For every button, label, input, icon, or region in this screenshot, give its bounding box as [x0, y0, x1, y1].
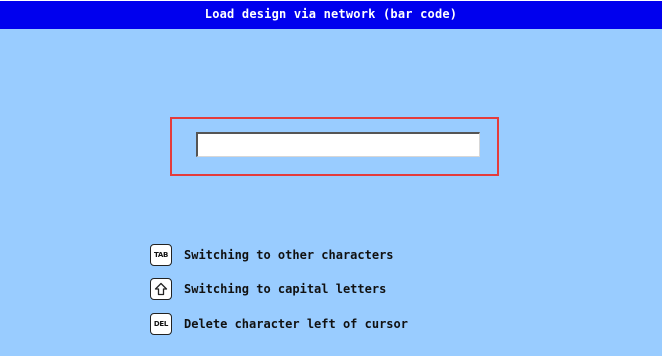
barcode-input[interactable]	[196, 132, 480, 157]
title-bar: Load design via network (bar code)	[0, 0, 662, 29]
barcode-load-screen: Load design via network (bar code) TAB S…	[0, 0, 662, 356]
input-focus-frame	[170, 117, 499, 176]
hint-tab-text: Switching to other characters	[184, 248, 394, 262]
shift-arrow-up-icon	[150, 278, 172, 300]
tab-key-label: TAB	[153, 251, 169, 259]
tab-key-icon: TAB	[150, 244, 172, 266]
hint-tab: TAB Switching to other characters	[150, 244, 394, 266]
del-key-label: DEL	[153, 320, 169, 328]
hint-del-text: Delete character left of cursor	[184, 317, 408, 331]
hint-shift: Switching to capital letters	[150, 278, 386, 300]
window-title: Load design via network (bar code)	[204, 7, 458, 21]
del-key-icon: DEL	[150, 313, 172, 335]
hint-shift-text: Switching to capital letters	[184, 282, 387, 296]
hint-del: DEL Delete character left of cursor	[150, 313, 408, 335]
